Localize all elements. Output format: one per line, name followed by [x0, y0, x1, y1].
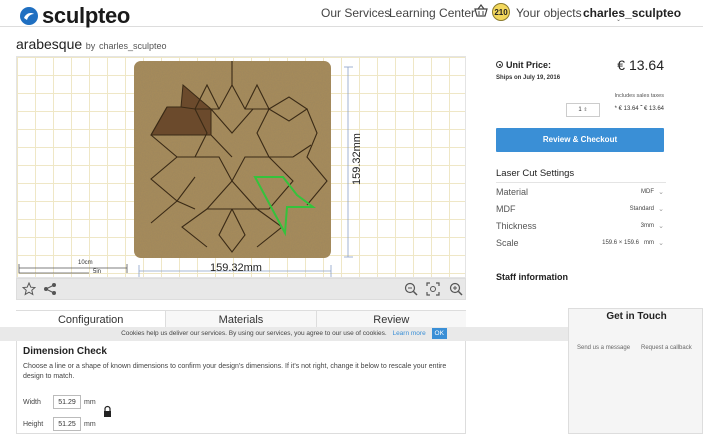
config-tabs: Configuration Materials Review — [16, 310, 466, 328]
price-calculation: * € 13.64 ˭ € 13.64 — [614, 106, 664, 112]
share-icon[interactable] — [43, 282, 57, 296]
width-unit: mm — [84, 399, 96, 406]
zoom-in-icon[interactable] — [449, 282, 463, 296]
quantity-stepper[interactable]: 1 ⇕ — [566, 103, 600, 117]
unit-price-label: Unit Price: — [506, 60, 552, 70]
setting-label: Material — [496, 187, 529, 197]
configuration-panel: Dimension Check Choose a line or a shape… — [16, 340, 466, 434]
design-author[interactable]: charles_sculpteo — [99, 41, 167, 51]
nav-your-objects[interactable]: Your objects — [516, 6, 582, 20]
tax-note: Includes sales taxes — [614, 93, 664, 99]
chevron-down-icon: ⌄ — [658, 189, 664, 196]
setting-value: 159.6 × 159.6 mm — [602, 240, 654, 246]
setting-value: MDF — [641, 189, 654, 195]
dimension-check-description: Choose a line or a shape of known dimens… — [23, 363, 447, 380]
cookie-learn-more-link[interactable]: Learn more — [392, 330, 425, 337]
unit-price-radio[interactable] — [496, 61, 503, 68]
chevron-down-icon: ⌄ — [658, 206, 664, 213]
setting-label: MDF — [496, 204, 516, 214]
basket-icon[interactable] — [474, 4, 488, 18]
send-message-link[interactable]: Send us a message — [577, 345, 630, 351]
user-menu[interactable]: charles_sculpteo — [583, 6, 681, 20]
nav-learning-center[interactable]: Learning Center — [389, 6, 475, 20]
setting-mdf[interactable]: MDF Standard ⌄ — [496, 200, 666, 217]
lock-icon[interactable] — [103, 405, 112, 418]
stepper-arrows-icon[interactable]: ⇕ — [583, 107, 587, 113]
setting-label: Scale — [496, 238, 519, 248]
scale-in-label: 5in — [93, 269, 102, 275]
star-icon[interactable] — [22, 282, 36, 296]
setting-thickness[interactable]: Thickness 3mm ⌄ — [496, 217, 666, 234]
design-name: arabesque — [16, 36, 83, 52]
height-dimension-label: 159.32mm — [351, 133, 363, 185]
cookie-banner: Cookies help us deliver our services. By… — [0, 327, 568, 341]
design-preview — [18, 61, 353, 277]
setting-value: Standard — [629, 206, 654, 212]
by-label: by — [85, 41, 96, 51]
quantity-value: 1 — [578, 107, 582, 113]
zoom-out-icon[interactable] — [404, 282, 418, 296]
cookie-text: Cookies help us deliver our services. By… — [121, 330, 387, 337]
tab-review[interactable]: Review — [315, 311, 466, 328]
sculpteo-logo[interactable]: sculpteo — [20, 3, 130, 29]
cookie-ok-button[interactable]: OK — [431, 327, 447, 339]
setting-label: Thickness — [496, 221, 537, 231]
fit-view-icon[interactable] — [426, 282, 440, 296]
setting-material[interactable]: Material MDF ⌄ — [496, 183, 666, 200]
logo-mark-icon — [20, 7, 38, 25]
chevron-down-icon: ⌄ — [658, 240, 664, 247]
design-viewer[interactable]: 159.32mm 159.32mm 10cm 5in — [16, 56, 466, 278]
setting-value: 3mm — [640, 223, 654, 229]
staff-information-title: Staff information — [496, 272, 568, 282]
chevron-down-icon: ⌄ — [658, 223, 664, 230]
height-input[interactable] — [53, 417, 81, 431]
width-input[interactable] — [53, 395, 81, 409]
unit-price-value: € 13.64 — [617, 57, 664, 73]
height-unit: mm — [84, 421, 96, 428]
laser-settings-title: Laser Cut Settings — [496, 168, 666, 183]
width-dimension-label: 159.32mm — [210, 262, 262, 274]
design-title: arabesque by charles_sculpteo — [16, 36, 166, 52]
get-in-touch-panel: Get in Touch Send us a message Request a… — [568, 308, 703, 434]
setting-scale[interactable]: Scale 159.6 × 159.6 mm ⌄ — [496, 234, 666, 251]
tab-configuration[interactable]: Configuration — [16, 311, 166, 328]
top-header: sculpteo Our Services Learning Center 21… — [0, 0, 703, 29]
nav-our-services[interactable]: Our Services — [321, 6, 390, 20]
height-label: Height — [23, 421, 44, 428]
laser-cut-settings: Laser Cut Settings Material MDF ⌄ MDF St… — [496, 168, 666, 251]
viewer-toolbar — [16, 278, 466, 300]
scale-cm-label: 10cm — [78, 260, 93, 266]
review-checkout-button[interactable]: Review & Checkout — [496, 128, 664, 152]
get-in-touch-title[interactable]: Get in Touch — [569, 311, 703, 322]
width-label: Width — [23, 399, 41, 406]
basket-count-badge[interactable]: 210 — [492, 3, 510, 21]
request-callback-link[interactable]: Request a callback — [641, 345, 692, 351]
tab-materials[interactable]: Materials — [165, 311, 316, 328]
scale-bar — [18, 264, 128, 274]
dimension-check-title: Dimension Check — [23, 346, 107, 357]
chevron-down-icon[interactable]: ⌄ — [616, 16, 621, 23]
ship-date: Ships on July 19, 2016 — [496, 75, 561, 81]
logo-text: sculpteo — [42, 3, 131, 28]
